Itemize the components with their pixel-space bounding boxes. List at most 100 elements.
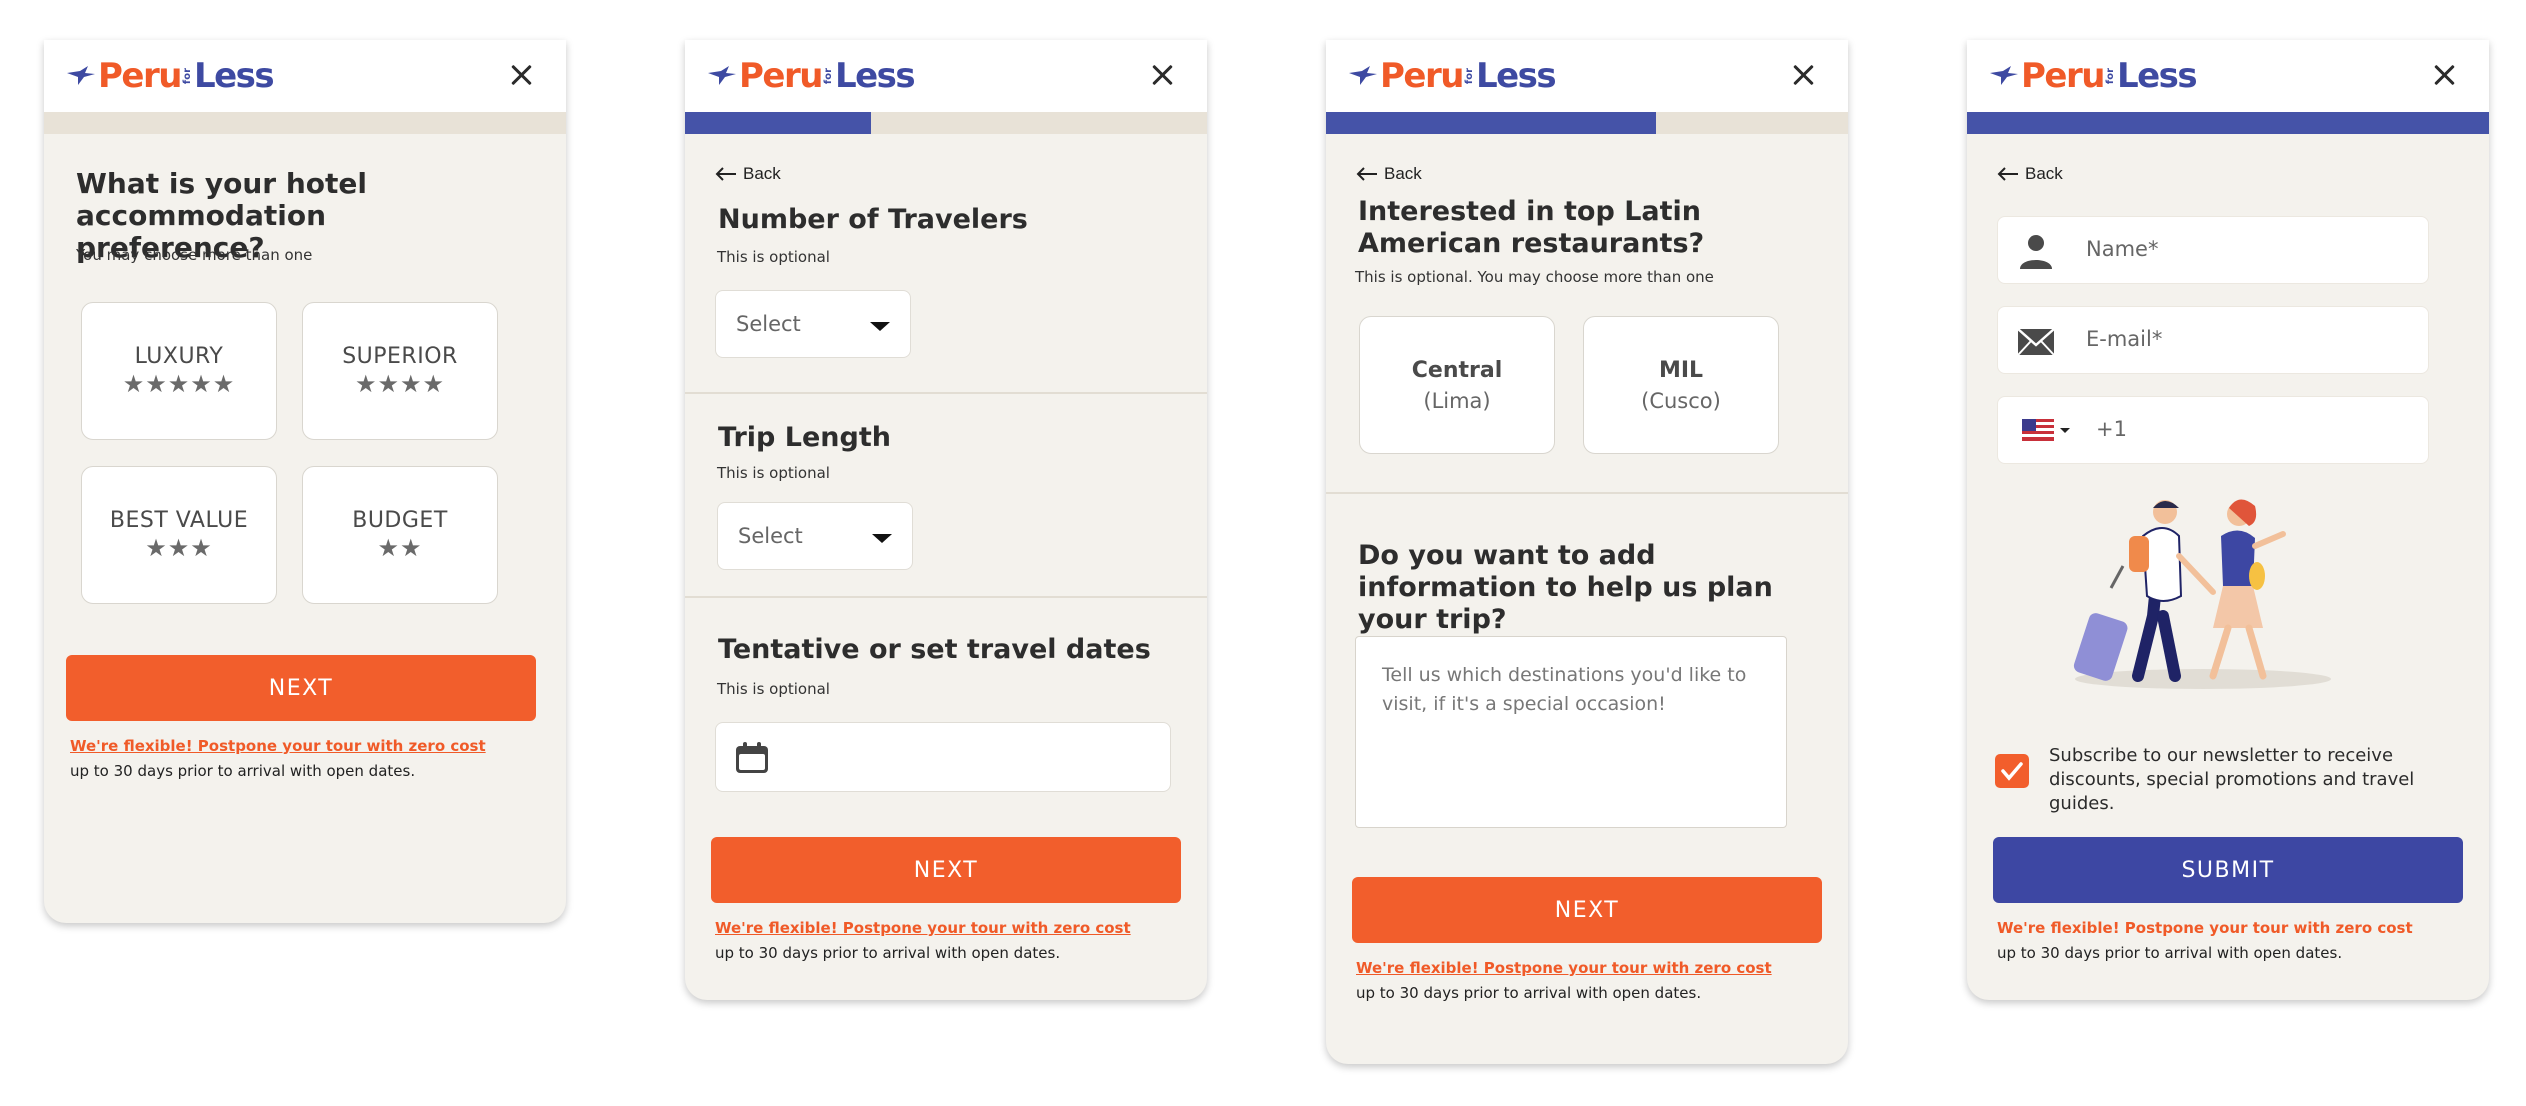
dates-note: This is optional — [717, 680, 830, 698]
arrow-left-icon — [1356, 167, 1377, 181]
flexible-note: up to 30 days prior to arrival with open… — [715, 944, 1061, 962]
progress-bar — [1967, 112, 2489, 134]
travelers-select[interactable]: Select — [715, 290, 911, 358]
option-budget[interactable]: BUDGET ★★ — [302, 466, 498, 604]
brand-for: for — [181, 67, 193, 85]
contact-panel: Peru for Less Back Name* E-mail* +1 Subs… — [1967, 40, 2489, 1000]
progress-bar — [685, 112, 1207, 134]
travel-dates-input[interactable] — [715, 722, 1171, 792]
user-icon — [2020, 235, 2052, 269]
flexible-note: up to 30 days prior to arrival with open… — [70, 762, 416, 780]
option-central[interactable]: Central (Lima) — [1359, 316, 1555, 454]
chevron-down-icon — [2060, 428, 2070, 433]
flexible-link[interactable]: We're flexible! Postpone your tour with … — [1997, 919, 2413, 937]
bird-logo-icon — [708, 66, 736, 85]
email-placeholder: E-mail* — [2086, 327, 2163, 351]
brand-part1: Peru — [2021, 56, 2105, 96]
progress-bar — [1326, 112, 1848, 134]
bird-logo-icon — [1349, 66, 1377, 85]
back-label: Back — [2025, 164, 2063, 183]
progress-fill — [1326, 112, 1656, 134]
progress-fill — [685, 112, 871, 134]
select-value: Select — [736, 312, 801, 336]
travel-details-panel: Peru for Less Back Number of Travelers T… — [685, 40, 1207, 1000]
email-field[interactable]: E-mail* — [1997, 306, 2429, 374]
divider — [685, 596, 1207, 598]
name-placeholder: Name* — [2086, 237, 2159, 261]
restaurant-name: Central — [1411, 357, 1503, 383]
stars-icon: ★★ — [377, 534, 423, 562]
back-label: Back — [743, 164, 781, 183]
brand-part2: Less — [1475, 56, 1557, 96]
brand-logo: Peru for Less — [1348, 56, 1557, 96]
restaurants-subtitle: This is optional. You may choose more th… — [1355, 268, 1714, 286]
envelope-icon — [2017, 328, 2055, 356]
country-selector[interactable] — [2022, 419, 2074, 443]
trip-length-note: This is optional — [717, 464, 830, 482]
restaurant-name: MIL — [1658, 357, 1704, 383]
back-button[interactable]: Back — [1356, 164, 1422, 184]
brand-part1: Peru — [1380, 56, 1464, 96]
option-superior[interactable]: SUPERIOR ★★★★ — [302, 302, 498, 440]
name-field[interactable]: Name* — [1997, 216, 2429, 284]
brand-for: for — [1463, 67, 1475, 85]
brand-logo: Peru for Less — [707, 56, 916, 96]
us-flag-icon — [2022, 419, 2054, 441]
divider — [1326, 492, 1848, 494]
back-button[interactable]: Back — [715, 164, 781, 184]
next-button[interactable]: NEXT — [711, 837, 1181, 903]
panel-header: Peru for Less — [685, 40, 1207, 112]
travelers-title: Number of Travelers — [718, 204, 1028, 235]
panel-header: Peru for Less — [1967, 40, 2489, 112]
brand-logo: Peru for Less — [66, 56, 275, 96]
newsletter-checkbox[interactable] — [1995, 754, 2029, 788]
bird-logo-icon — [1990, 66, 2018, 85]
chevron-down-icon — [870, 322, 890, 331]
divider — [685, 392, 1207, 394]
hotel-preference-panel: Peru for Less What is your hotel accommo… — [44, 40, 566, 923]
progress-bar — [44, 112, 566, 134]
dates-title: Tentative or set travel dates — [718, 634, 1151, 665]
close-icon[interactable] — [1149, 62, 1175, 88]
next-button[interactable]: NEXT — [1352, 877, 1822, 943]
back-label: Back — [1384, 164, 1422, 183]
brand-part1: Peru — [98, 56, 182, 96]
restaurant-city: (Lima) — [1423, 388, 1491, 413]
restaurant-city: (Cusco) — [1641, 388, 1721, 413]
info-question: Do you want to add information to help u… — [1358, 540, 1773, 635]
next-button[interactable]: NEXT — [66, 655, 536, 721]
flexible-link[interactable]: We're flexible! Postpone your tour with … — [715, 919, 1131, 937]
close-icon[interactable] — [2431, 62, 2457, 88]
brand-part1: Peru — [739, 56, 823, 96]
option-mil[interactable]: MIL (Cusco) — [1583, 316, 1779, 454]
brand-part2: Less — [834, 56, 916, 96]
brand-part2: Less — [193, 56, 275, 96]
brand-for: for — [2104, 67, 2116, 85]
trip-info-textarea[interactable]: Tell us which destinations you'd like to… — [1355, 636, 1787, 828]
brand-for: for — [822, 67, 834, 85]
phone-code: +1 — [2096, 417, 2127, 441]
flexible-note: up to 30 days prior to arrival with open… — [1997, 944, 2343, 962]
option-luxury[interactable]: LUXURY ★★★★★ — [81, 302, 277, 440]
back-button[interactable]: Back — [1997, 164, 2063, 184]
checkmark-icon — [2001, 762, 2023, 781]
question-subtitle: You may choose more than one — [76, 246, 313, 264]
submit-button[interactable]: SUBMIT — [1993, 837, 2463, 903]
travelers-note: This is optional — [717, 248, 830, 266]
flexible-link[interactable]: We're flexible! Postpone your tour with … — [70, 737, 486, 755]
flexible-link[interactable]: We're flexible! Postpone your tour with … — [1356, 959, 1772, 977]
trip-length-select[interactable]: Select — [717, 502, 913, 570]
panel-header: Peru for Less — [1326, 40, 1848, 112]
phone-field[interactable]: +1 — [1997, 396, 2429, 464]
progress-fill — [1967, 112, 2489, 134]
flexible-note: up to 30 days prior to arrival with open… — [1356, 984, 1702, 1002]
option-label: SUPERIOR — [342, 343, 458, 369]
option-best-value[interactable]: BEST VALUE ★★★ — [81, 466, 277, 604]
stars-icon: ★★★★★ — [122, 370, 236, 398]
close-icon[interactable] — [508, 62, 534, 88]
arrow-left-icon — [715, 167, 736, 181]
restaurants-question: Interested in top Latin American restaur… — [1358, 196, 1705, 259]
brand-part2: Less — [2116, 56, 2198, 96]
close-icon[interactable] — [1790, 62, 1816, 88]
select-value: Select — [738, 524, 803, 548]
